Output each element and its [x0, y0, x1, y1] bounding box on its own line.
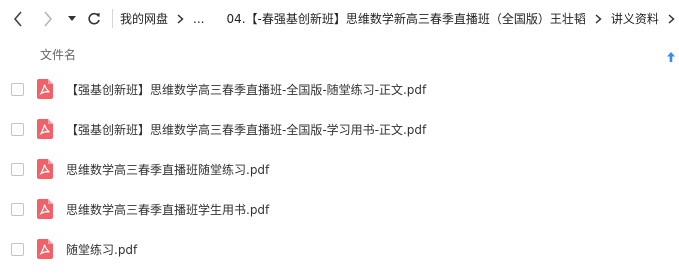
file-row[interactable]: 随堂练习.pdf: [0, 229, 679, 269]
file-name[interactable]: 【强基创新班】思维数学高三春季直播班-全国版-学习用书-正文.pdf: [66, 121, 426, 138]
refresh-icon: [88, 12, 100, 25]
row-checkbox[interactable]: [11, 82, 24, 96]
row-checkbox[interactable]: [11, 202, 24, 216]
refresh-button[interactable]: [85, 8, 103, 30]
breadcrumb-handouts[interactable]: 讲义资料: [611, 10, 659, 27]
pdf-icon: [37, 119, 53, 139]
history-dropdown-button[interactable]: [66, 8, 78, 30]
row-checkbox[interactable]: [11, 122, 24, 136]
file-row[interactable]: 思维数学高三春季直播班学生用书.pdf: [0, 189, 679, 229]
file-name[interactable]: 思维数学高三春季直播班随堂练习.pdf: [66, 161, 269, 178]
caret-down-icon: [68, 16, 76, 21]
navigation-bar: 我的网盘 ... 04.【-春强基创新班】思维数学新高三春季直播班（全国版）王壮…: [0, 0, 679, 37]
file-name[interactable]: 思维数学高三春季直播班学生用书.pdf: [66, 201, 269, 218]
chevron-right-icon: [44, 11, 53, 27]
file-row[interactable]: 思维数学高三春季直播班随堂练习.pdf: [0, 149, 679, 189]
chevron-right-icon: [177, 13, 184, 24]
row-checkbox[interactable]: [11, 242, 24, 256]
row-checkbox[interactable]: [11, 162, 24, 176]
arrow-up-icon: [667, 52, 675, 62]
chevron-right-icon: [668, 13, 675, 24]
file-row[interactable]: 【强基创新班】思维数学高三春季直播班-全国版-学习用书-正文.pdf: [0, 109, 679, 149]
breadcrumb-course-folder[interactable]: 04.【-春强基创新班】思维数学新高三春季直播班（全国版）王壮韬: [226, 10, 585, 27]
sort-button[interactable]: [667, 47, 675, 66]
pdf-icon: [37, 79, 53, 99]
file-name[interactable]: 【强基创新班】思维数学高三春季直播班-全国版-随堂练习-正文.pdf: [66, 81, 426, 98]
pdf-icon: [37, 159, 53, 179]
chevron-left-icon: [13, 11, 22, 27]
forward-button[interactable]: [38, 8, 58, 30]
file-list-header: 文件名: [0, 37, 679, 69]
file-name[interactable]: 随堂练习.pdf: [66, 241, 137, 258]
back-button[interactable]: [8, 8, 28, 30]
chevron-right-icon: [595, 13, 602, 24]
column-header-filename[interactable]: 文件名: [40, 46, 76, 63]
pdf-icon: [37, 199, 53, 219]
breadcrumb-my-drive[interactable]: 我的网盘: [120, 10, 168, 27]
file-row[interactable]: 【强基创新班】思维数学高三春季直播班-全国版-随堂练习-正文.pdf: [0, 69, 679, 109]
breadcrumb-ellipsis[interactable]: ...: [193, 12, 204, 26]
breadcrumb: 我的网盘 ... 04.【-春强基创新班】思维数学新高三春季直播班（全国版）王壮…: [120, 0, 679, 37]
pdf-icon: [37, 239, 53, 259]
toolbar-divider: [112, 9, 113, 28]
